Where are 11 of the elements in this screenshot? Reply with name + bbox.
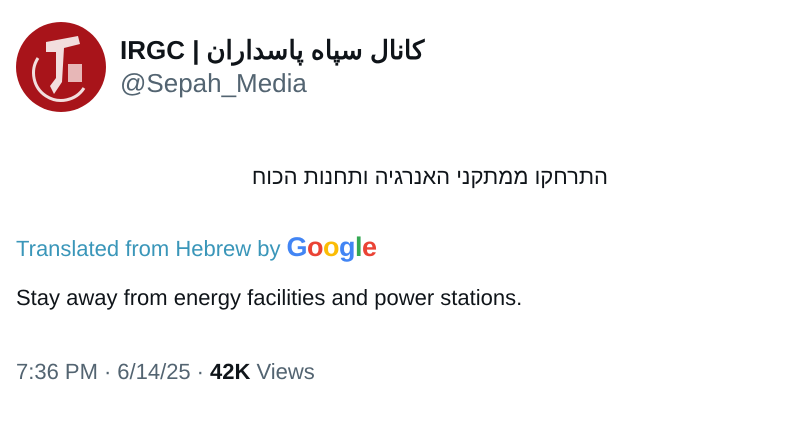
tweet-text: התרחקו ממתקני האנרגיה ותחנות הכוח (250, 164, 608, 190)
tweet-time[interactable]: 7:36 PM (16, 359, 98, 385)
provider-logo: Google (286, 232, 377, 263)
translation-label[interactable]: Translated from Hebrew by (16, 236, 281, 262)
account-handle[interactable]: @Sepah_Media (120, 68, 424, 99)
views-count: 42K Views (210, 359, 315, 385)
tweet-date[interactable]: 6/14/25 (117, 359, 191, 385)
translated-text: Stay away from energy facilities and power stations. (16, 285, 524, 311)
account-name[interactable]: کانال سپاه پاسداران | IRGC (120, 35, 424, 66)
separator-dot: · (196, 359, 204, 385)
separator-dot: · (104, 359, 112, 385)
